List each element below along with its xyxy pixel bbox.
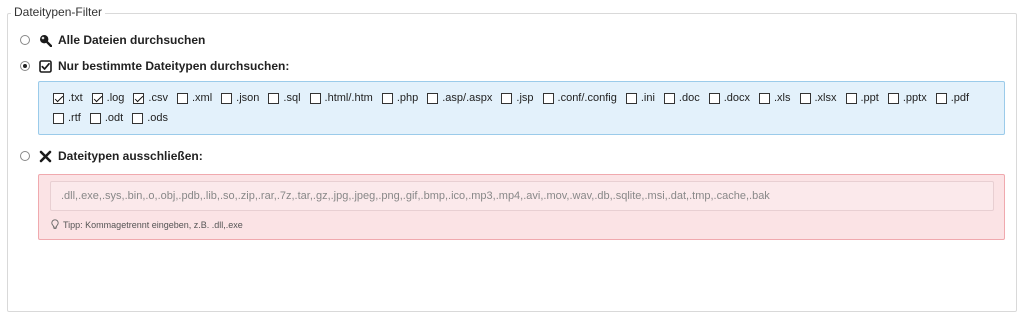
file-type-label: .asp/.aspx bbox=[442, 92, 493, 104]
file-type-option[interactable]: .csv bbox=[133, 91, 168, 105]
option-all-files-label: Alle Dateien durchsuchen bbox=[58, 33, 206, 47]
option-exclude-types[interactable]: Dateitypen ausschließen: bbox=[20, 149, 203, 163]
file-type-label: .ini bbox=[640, 92, 655, 104]
exclude-panel: Tipp: Kommagetrennt eingeben, z.B. .dll,… bbox=[38, 174, 1005, 240]
option-all-files[interactable]: Alle Dateien durchsuchen bbox=[20, 33, 205, 47]
file-type-label: .xls bbox=[774, 92, 791, 104]
file-type-option[interactable]: .doc bbox=[663, 91, 700, 105]
file-type-checkbox[interactable] bbox=[799, 92, 811, 104]
file-type-option[interactable]: .sql bbox=[268, 91, 301, 105]
file-type-checkbox[interactable] bbox=[501, 92, 513, 104]
file-type-option[interactable]: .php bbox=[381, 91, 419, 105]
file-type-option[interactable]: .odt bbox=[89, 111, 124, 125]
file-type-label: .docx bbox=[723, 92, 750, 104]
file-type-option[interactable]: .pptx bbox=[887, 91, 927, 105]
file-type-label: .ods bbox=[147, 112, 168, 124]
file-type-label: .sql bbox=[283, 92, 301, 104]
file-type-checkbox[interactable] bbox=[708, 92, 720, 104]
file-type-checkbox[interactable] bbox=[845, 92, 857, 104]
file-type-option[interactable]: .pdf bbox=[935, 91, 970, 105]
file-type-label: .rtf bbox=[68, 112, 81, 124]
radio-exclude-types[interactable] bbox=[20, 151, 30, 161]
file-type-option[interactable]: .json bbox=[221, 91, 259, 105]
exclude-hint-text: Tipp: Kommagetrennt eingeben, z.B. .dll,… bbox=[63, 219, 243, 230]
file-type-label: .jsp bbox=[516, 92, 534, 104]
file-type-label: .pptx bbox=[902, 92, 927, 104]
file-type-option[interactable]: .ini bbox=[625, 91, 655, 105]
file-type-checkbox[interactable] bbox=[176, 92, 188, 104]
file-type-label: .json bbox=[236, 92, 260, 104]
radio-specific-types[interactable] bbox=[20, 61, 30, 71]
file-type-label: .odt bbox=[104, 112, 124, 124]
exclude-types-input[interactable] bbox=[50, 181, 994, 211]
file-types-list: .txt .log .csv .xml .json .sql .html/.htm .php.… bbox=[53, 91, 993, 125]
file-type-option[interactable]: .conf/.config bbox=[542, 91, 617, 105]
file-type-checkbox[interactable] bbox=[309, 92, 321, 104]
file-type-label: .pdf bbox=[950, 92, 970, 104]
file-types-panel: .txt .log .csv .xml .json .sql .html/.htm .php.… bbox=[38, 81, 1005, 135]
search-icon bbox=[38, 33, 52, 47]
file-type-label: .log bbox=[106, 92, 125, 104]
file-type-option[interactable]: .html/.htm bbox=[309, 91, 373, 105]
file-type-option[interactable]: .log bbox=[91, 91, 125, 105]
file-type-option[interactable]: .ppt bbox=[845, 91, 879, 105]
file-type-label: .html/.htm bbox=[324, 92, 373, 104]
file-type-option[interactable]: .ods bbox=[132, 111, 168, 125]
file-type-option[interactable]: .xls bbox=[759, 91, 791, 105]
file-type-label: .php bbox=[396, 92, 419, 104]
file-type-checkbox[interactable] bbox=[133, 92, 145, 104]
file-type-option[interactable]: .jsp bbox=[501, 91, 534, 105]
file-type-checkbox[interactable] bbox=[427, 92, 439, 104]
radio-all-files[interactable] bbox=[20, 35, 30, 45]
file-type-option[interactable]: .rtf bbox=[53, 111, 81, 125]
exclude-hint: Tipp: Kommagetrennt eingeben, z.B. .dll,… bbox=[51, 219, 243, 230]
option-specific-types-label: Nur bestimmte Dateitypen durchsuchen: bbox=[58, 59, 290, 73]
option-exclude-types-label: Dateitypen ausschließen: bbox=[58, 149, 203, 163]
lightbulb-icon bbox=[51, 219, 59, 230]
file-type-checkbox[interactable] bbox=[381, 92, 393, 104]
file-type-label: .conf/.config bbox=[557, 92, 617, 104]
file-type-checkbox[interactable] bbox=[91, 92, 103, 104]
file-type-checkbox[interactable] bbox=[887, 92, 899, 104]
file-type-checkbox[interactable] bbox=[759, 92, 770, 104]
file-type-checkbox[interactable] bbox=[542, 92, 554, 104]
file-type-label: .ppt bbox=[860, 92, 879, 104]
file-type-label: .txt bbox=[68, 92, 83, 104]
file-type-checkbox[interactable] bbox=[53, 112, 64, 124]
close-icon bbox=[38, 149, 52, 163]
file-type-checkbox[interactable] bbox=[268, 92, 280, 104]
file-type-option[interactable]: .asp/.aspx bbox=[427, 91, 492, 105]
file-type-checkbox[interactable] bbox=[53, 92, 64, 104]
file-type-checkbox[interactable] bbox=[89, 112, 101, 124]
file-type-checkbox[interactable] bbox=[132, 112, 144, 124]
group-legend: Dateitypen-Filter bbox=[11, 5, 106, 19]
file-type-option[interactable]: .xml bbox=[176, 91, 213, 105]
option-specific-types[interactable]: Nur bestimmte Dateitypen durchsuchen: bbox=[20, 59, 289, 73]
file-type-label: .doc bbox=[678, 92, 700, 104]
file-type-checkbox[interactable] bbox=[221, 92, 233, 104]
file-type-label: .xml bbox=[191, 92, 213, 104]
file-type-label: .xlsx bbox=[814, 92, 837, 104]
file-type-option[interactable]: .docx bbox=[708, 91, 750, 105]
file-type-checkbox[interactable] bbox=[935, 92, 947, 104]
file-type-option[interactable]: .txt bbox=[53, 91, 83, 105]
file-type-label: .csv bbox=[148, 92, 168, 104]
checkbox-icon bbox=[38, 59, 52, 73]
file-type-checkbox[interactable] bbox=[625, 92, 637, 104]
file-type-option[interactable]: .xlsx bbox=[799, 91, 837, 105]
file-type-checkbox[interactable] bbox=[663, 92, 675, 104]
